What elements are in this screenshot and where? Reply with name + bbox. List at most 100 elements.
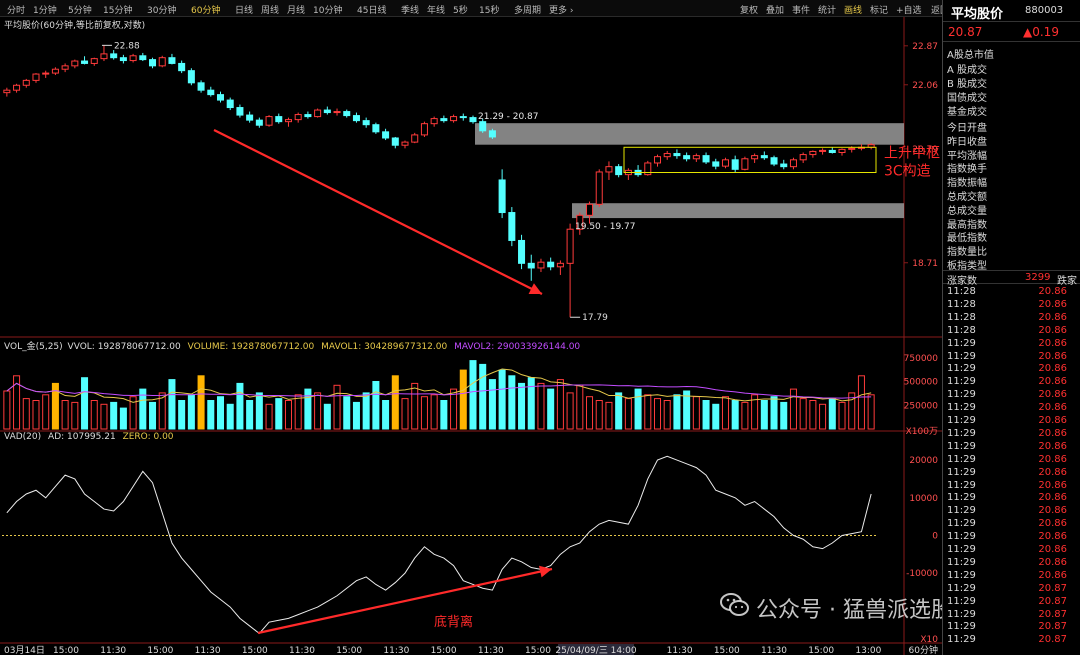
- volume-bar: [702, 400, 710, 430]
- toolbar-action[interactable]: 事件: [792, 3, 810, 16]
- period-tab[interactable]: 15分钟: [103, 3, 132, 16]
- mavol2-value: MAVOL2: 290033926144.00: [454, 342, 581, 352]
- period-tab[interactable]: 1分钟: [33, 3, 57, 16]
- volume-bar: [615, 392, 623, 430]
- vad-axis-label: 20000: [909, 456, 938, 466]
- candle-down: [352, 115, 360, 122]
- volume-bar: [71, 401, 79, 430]
- period-tab[interactable]: 季线: [401, 3, 419, 16]
- period-tab[interactable]: 分时: [7, 3, 25, 16]
- toolbar-action[interactable]: +自选: [896, 3, 922, 16]
- divergence-up-arrow: [257, 567, 553, 635]
- tick-value: 20.86: [1038, 556, 1067, 568]
- tick-time: 11:29: [947, 427, 976, 439]
- candle-down: [226, 99, 234, 109]
- volume-bar: [828, 398, 836, 430]
- tick-value: 20.86: [1038, 286, 1067, 297]
- volume-bar: [90, 400, 98, 430]
- candle-down: [187, 70, 195, 84]
- tick-value: 20.86: [1038, 427, 1067, 439]
- candle-down: [216, 94, 225, 101]
- kline-chart-svg[interactable]: 22.8722.0620.7918.7121.29 - 20.8719.50 -…: [0, 17, 942, 655]
- tick-time: 11:29: [947, 350, 976, 362]
- market-item: 国债成交: [947, 93, 987, 104]
- volume-bar: [721, 396, 729, 430]
- period-tab[interactable]: 更多 ›: [549, 3, 573, 16]
- candle-down: [372, 124, 380, 133]
- candle-down: [459, 116, 467, 119]
- volume-bar: [343, 396, 351, 430]
- tick-time: 11:29: [947, 582, 976, 594]
- period-tab[interactable]: 15秒: [479, 3, 499, 16]
- toolbar-action[interactable]: 标记: [870, 3, 888, 16]
- candle-down: [246, 114, 254, 121]
- period-tab[interactable]: 45日线: [357, 3, 386, 16]
- volume-bar: [838, 401, 846, 430]
- volume-bar: [479, 363, 487, 430]
- chart-title: 平均股价(60分钟,等比前复权,对数): [4, 21, 146, 31]
- volume-bar: [22, 398, 30, 430]
- toolbar-action[interactable]: 叠加: [766, 3, 784, 16]
- volume-bar: [819, 403, 827, 430]
- candle-up: [90, 58, 98, 64]
- tick-row: 11:29 20.86: [943, 570, 1080, 583]
- period-tab[interactable]: 5秒: [453, 3, 468, 16]
- period-tab[interactable]: 月线: [287, 3, 305, 16]
- period-tab[interactable]: 30分钟: [147, 3, 176, 16]
- period-tab[interactable]: 10分钟: [313, 3, 342, 16]
- index-stat-item: 指数振幅: [947, 178, 987, 190]
- period-tab[interactable]: 多周期: [514, 3, 541, 16]
- volume-bar: [81, 377, 89, 430]
- low-marker-label: 17.79: [582, 313, 608, 323]
- tick-time: 11:29: [947, 466, 976, 478]
- rising-pivot-label: 上升中枢: [884, 146, 940, 162]
- candle-up: [430, 118, 438, 125]
- tick-value: 20.87: [1038, 582, 1067, 594]
- period-tab[interactable]: 5分钟: [68, 3, 92, 16]
- candle-up: [420, 123, 428, 136]
- index-stat-item: 指数换手: [947, 164, 987, 176]
- divergence-up-arrow-head: [538, 565, 552, 578]
- toolbar-action[interactable]: 复权: [740, 3, 758, 16]
- market-item: 基金成交: [947, 107, 987, 118]
- index-stat-item: 总成交额: [947, 192, 987, 203]
- candle-up: [450, 116, 458, 122]
- candle-down: [469, 117, 477, 123]
- index-title: 平均股价: [951, 7, 1004, 22]
- volume-value: VOLUME: 192878067712.00: [187, 342, 315, 352]
- volume-bar: [265, 403, 273, 430]
- candle-down: [547, 261, 555, 268]
- candle-down: [197, 82, 205, 91]
- candle-down: [255, 119, 263, 126]
- volume-bar: [770, 396, 778, 430]
- candle-down: [780, 163, 788, 168]
- index-stat-item: 最高指数: [947, 219, 987, 231]
- volume-bar: [119, 407, 127, 430]
- candle-up: [411, 134, 419, 143]
- tick-time: 11:29: [947, 415, 976, 426]
- breadth-row: 涨家数 3299 跌家: [943, 270, 1080, 287]
- period-tab[interactable]: 年线: [427, 3, 445, 16]
- period-tab[interactable]: 日线: [235, 3, 253, 16]
- candle-up: [51, 68, 59, 74]
- candle-down: [275, 116, 283, 123]
- price-down-arrow: [213, 129, 543, 295]
- tick-value: 20.86: [1038, 402, 1067, 414]
- tick-time: 11:28: [947, 324, 976, 336]
- tick-row: 11:29 20.86: [943, 441, 1080, 454]
- tick-time: 11:29: [947, 544, 976, 555]
- period-tab[interactable]: 周线: [261, 3, 279, 16]
- volume-bar: [741, 401, 749, 430]
- period-tab[interactable]: 60分钟: [191, 3, 220, 16]
- toolbar-action[interactable]: 统计: [818, 3, 836, 16]
- toolbar-action[interactable]: 画线: [844, 3, 862, 16]
- tick-row: 11:29 20.87: [943, 634, 1080, 647]
- volume-bar: [314, 392, 322, 430]
- market-item: B 股成交: [947, 79, 988, 90]
- tick-value: 20.86: [1038, 453, 1067, 465]
- candle-down: [498, 179, 506, 214]
- tick-time: 11:29: [947, 479, 976, 491]
- tick-row: 11:29 20.86: [943, 544, 1080, 557]
- candle-up: [32, 73, 40, 81]
- chart-area[interactable]: 22.87 22.06 20.79 18.71 21.29 - 20.87 19.50 -…: [0, 17, 942, 655]
